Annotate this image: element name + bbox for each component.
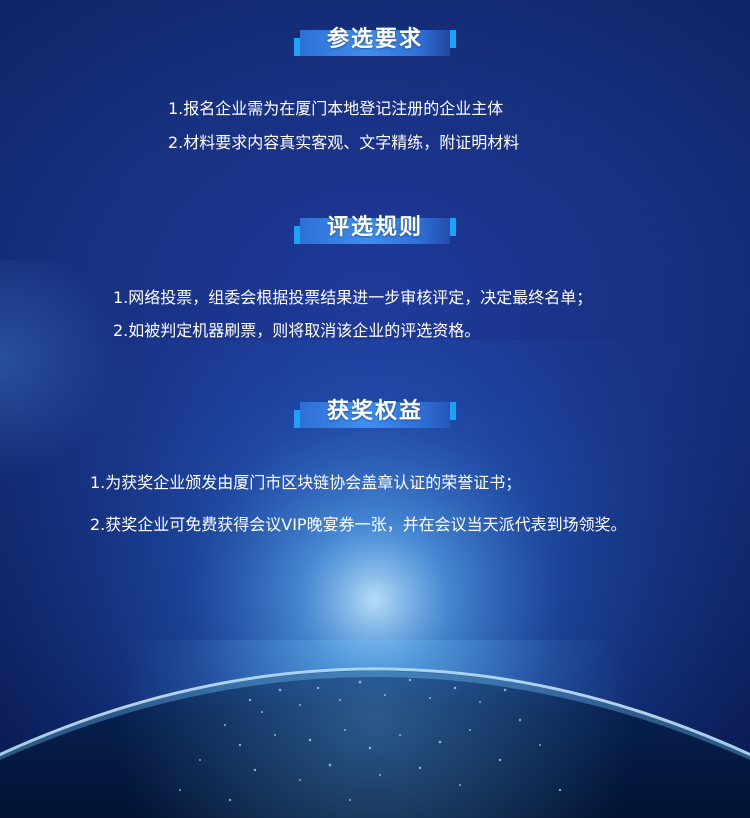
section-title-text: 参选要求 (326, 27, 423, 52)
list-item: 1.网络投票，组委会根据投票结果进一步审核评定，决定最终名单； (113, 288, 593, 307)
section-title-benefits: 获奖权益 (0, 392, 750, 432)
section-title-rules: 评选规则 (0, 208, 750, 248)
list-item: 2.获奖企业可免费获得会议VIP晚宴券一张，并在会议当天派代表到场领奖。 (90, 515, 627, 534)
section-title-requirements: 参选要求 (0, 20, 750, 60)
section-title-text: 获奖权益 (326, 399, 423, 424)
list-item: 1.为获奖企业颁发由厦门市区块链协会盖章认证的荣誉证书； (90, 473, 522, 492)
list-item: 2.如被判定机器刷票，则将取消该企业的评选资格。 (113, 321, 481, 340)
section-title-text: 评选规则 (326, 215, 423, 240)
list-item: 2.材料要求内容真实客观、文字精练，附证明材料 (168, 133, 520, 152)
list-item: 1.报名企业需为在厦门本地登记注册的企业主体 (168, 99, 504, 118)
